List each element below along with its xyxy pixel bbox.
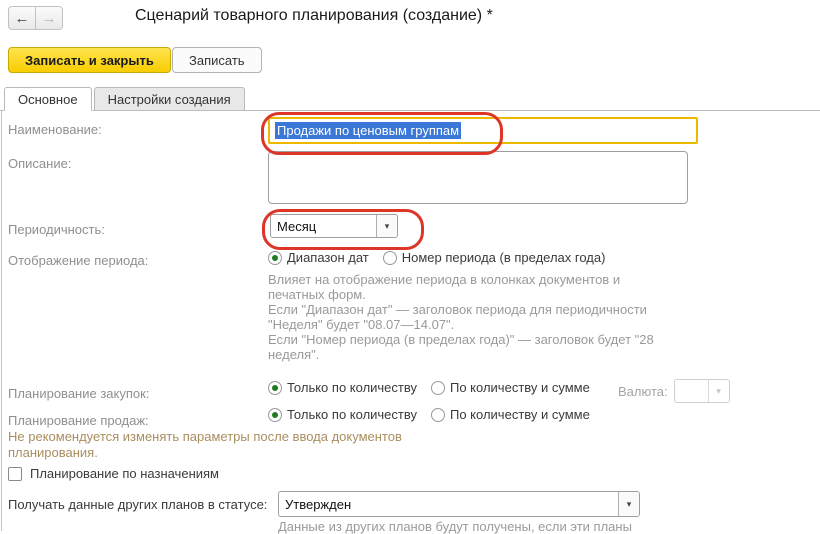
period-display-options: Диапазон дат Номер периода (в пределах г… bbox=[268, 250, 605, 265]
radio-sales-qty-only[interactable]: Только по количеству bbox=[268, 407, 417, 422]
forward-arrow-icon[interactable]: → bbox=[35, 6, 63, 30]
tab-bar: Основное Настройки создания bbox=[4, 87, 245, 111]
periodicity-label: Периодичность: bbox=[8, 222, 105, 237]
tab-main[interactable]: Основное bbox=[4, 87, 92, 111]
currency-group: Валюта: ▾ bbox=[618, 379, 730, 403]
planning-by-purpose-row[interactable]: Планирование по назначениям bbox=[8, 466, 219, 481]
radio-unselected-icon[interactable] bbox=[383, 251, 397, 265]
tab-creation-settings[interactable]: Настройки создания bbox=[94, 87, 245, 111]
radio-sales-qty-sum[interactable]: По количеству и сумме bbox=[431, 407, 590, 422]
description-textarea[interactable] bbox=[268, 151, 688, 204]
sales-planning-options: Только по количеству По количеству и сум… bbox=[268, 407, 590, 422]
radio-unselected-icon[interactable] bbox=[431, 408, 445, 422]
radio-sales-qty-only-label: Только по количеству bbox=[287, 407, 417, 422]
planning-by-purpose-label: Планирование по назначениям bbox=[30, 466, 219, 481]
radio-unselected-icon[interactable] bbox=[431, 381, 445, 395]
periodicity-value: Месяц bbox=[271, 215, 376, 237]
save-button[interactable]: Записать bbox=[172, 47, 262, 73]
warning-text: Не рекомендуется изменять параметры посл… bbox=[8, 429, 458, 461]
period-display-hint: Влияет на отображение периода в колонках… bbox=[268, 272, 728, 362]
currency-value bbox=[675, 380, 708, 402]
radio-purchase-qty-sum-label: По количеству и сумме bbox=[450, 380, 590, 395]
chevron-down-icon[interactable]: ▾ bbox=[618, 492, 639, 516]
radio-selected-icon[interactable] bbox=[268, 408, 282, 422]
description-label: Описание: bbox=[8, 156, 71, 171]
radio-date-range-label: Диапазон дат bbox=[287, 250, 369, 265]
back-arrow-icon[interactable]: ← bbox=[8, 6, 36, 30]
name-input[interactable]: Продажи по ценовым группам bbox=[268, 117, 698, 144]
checkbox-unchecked-icon[interactable] bbox=[8, 467, 22, 481]
history-nav: ← → bbox=[8, 6, 63, 30]
page-title: Сценарий товарного планирования (создани… bbox=[135, 7, 493, 25]
radio-purchase-qty-sum[interactable]: По количеству и сумме bbox=[431, 380, 590, 395]
radio-date-range[interactable]: Диапазон дат bbox=[268, 250, 369, 265]
name-input-selected-text: Продажи по ценовым группам bbox=[275, 122, 461, 139]
radio-period-number[interactable]: Номер периода (в пределах года) bbox=[383, 250, 606, 265]
radio-sales-qty-sum-label: По количеству и сумме bbox=[450, 407, 590, 422]
periodicity-select[interactable]: Месяц ▾ bbox=[270, 214, 398, 238]
radio-selected-icon[interactable] bbox=[268, 381, 282, 395]
radio-period-number-label: Номер периода (в пределах года) bbox=[402, 250, 606, 265]
chevron-down-icon: ▾ bbox=[708, 380, 729, 402]
chevron-down-icon[interactable]: ▾ bbox=[376, 215, 397, 237]
pane-left-border bbox=[1, 110, 2, 531]
purchase-planning-label: Планирование закупок: bbox=[8, 386, 149, 401]
currency-select: ▾ bbox=[674, 379, 730, 403]
sales-planning-label: Планирование продаж: bbox=[8, 413, 149, 428]
other-plans-status-label: Получать данные других планов в статусе: bbox=[8, 497, 267, 512]
currency-label: Валюта: bbox=[618, 384, 668, 399]
radio-selected-icon[interactable] bbox=[268, 251, 282, 265]
radio-purchase-qty-only[interactable]: Только по количеству bbox=[268, 380, 417, 395]
purchase-planning-options: Только по количеству По количеству и сум… bbox=[268, 380, 590, 395]
other-plans-status-select[interactable]: Утвержден ▾ bbox=[278, 491, 640, 517]
radio-purchase-qty-only-label: Только по количеству bbox=[287, 380, 417, 395]
other-plans-status-value: Утвержден bbox=[279, 492, 618, 516]
save-and-close-button[interactable]: Записать и закрыть bbox=[8, 47, 171, 73]
other-plans-status-hint-clipped: Данные из других планов будут получены, … bbox=[278, 519, 698, 534]
name-label: Наименование: bbox=[8, 122, 102, 137]
period-display-label: Отображение периода: bbox=[8, 253, 148, 268]
